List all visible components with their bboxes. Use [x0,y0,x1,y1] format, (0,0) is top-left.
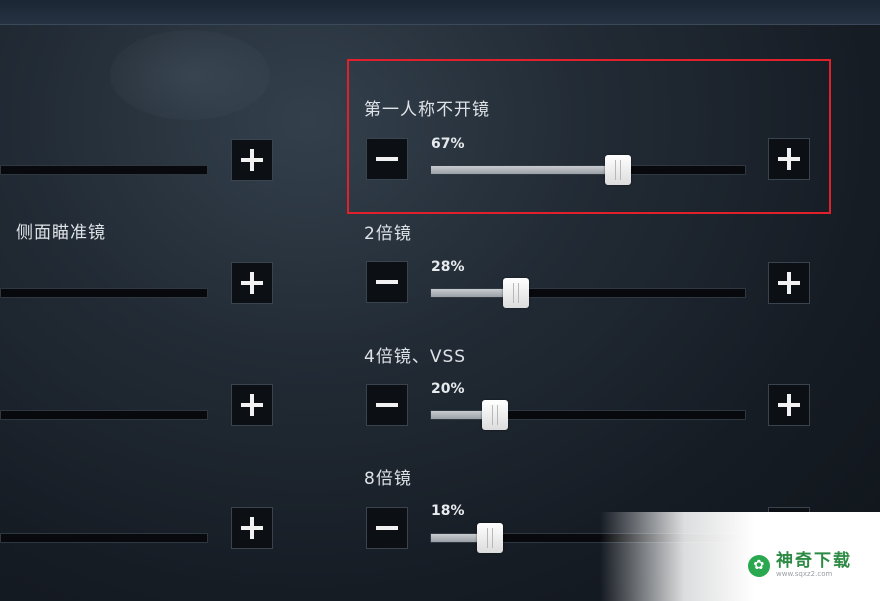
slider-2x-scope-minus-button[interactable] [366,261,408,303]
minus-icon [376,280,398,284]
left-slider-2-plus-button[interactable] [231,262,273,304]
highlight-box [347,59,831,214]
slider-8x-scope-thumb[interactable] [476,523,503,553]
left-slider-2-track[interactable] [0,288,208,298]
watermark-title: 神奇下载 [776,551,852,571]
slider-4x-scope-track[interactable] [430,400,746,430]
slider-2x-scope-plus-button[interactable] [768,262,810,304]
left-slider-2-label: 侧面瞄准镜 [16,223,106,243]
slider-8x-scope-minus-button[interactable] [366,507,408,549]
background-glow [110,30,270,120]
slider-4x-scope-plus-button[interactable] [768,384,810,426]
slider-4x-scope-percent: 20% [431,381,465,397]
left-slider-1-plus-button[interactable] [231,139,273,181]
slider-8x-scope-percent: 18% [431,503,465,519]
slider-2x-scope-percent: 28% [431,259,465,275]
left-slider-3-plus-button[interactable] [231,384,273,426]
watermark-url: www.sqxz2.com [776,570,833,578]
top-bar [0,0,880,25]
left-slider-4-plus-button[interactable] [231,507,273,549]
slider-4x-scope-label: 4倍镜、VSS [364,347,467,367]
slider-8x-scope-label: 8倍镜 [364,469,412,489]
minus-icon [376,526,398,530]
slider-2x-scope-thumb[interactable] [503,278,530,308]
left-slider-3-track[interactable] [0,410,208,420]
slider-2x-scope-track[interactable] [430,278,746,308]
minus-icon [376,403,398,407]
slider-2x-scope-label: 2倍镜 [364,224,412,244]
watermark: ✿ 神奇下载 www.sqxz2.com [748,552,852,579]
left-slider-4-track[interactable] [0,533,208,543]
slider-4x-scope-minus-button[interactable] [366,384,408,426]
leaf-icon: ✿ [748,554,770,577]
left-slider-1-track[interactable] [0,165,208,175]
slider-4x-scope-thumb[interactable] [482,400,509,430]
